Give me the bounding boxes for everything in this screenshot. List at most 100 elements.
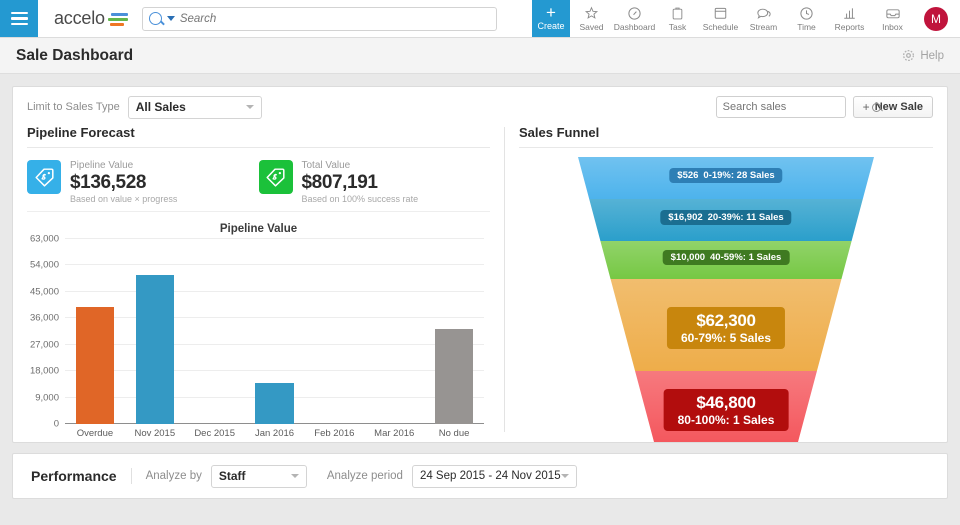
kpi-value: $807,191	[301, 172, 378, 193]
funnel-segment-detail: 60-79%: 5 Sales	[680, 331, 772, 345]
help-button[interactable]: Help	[902, 49, 944, 62]
nav-label: Stream	[749, 21, 778, 32]
create-button[interactable]: + Create	[532, 0, 570, 37]
x-axis-tick-label: Dec 2015	[194, 428, 235, 439]
inbox-icon	[885, 6, 901, 21]
bar-slot	[304, 239, 364, 424]
pipeline-value-bar-chart: 0 9,000 18,000 27,000 36,000 45,000 54,000 63,0…	[30, 234, 484, 430]
bar[interactable]	[75, 307, 115, 424]
funnel-segment-amount: $46,800	[696, 392, 756, 412]
x-axis-tick-label: Nov 2015	[134, 428, 176, 439]
gear-icon	[902, 49, 915, 62]
search-sales-input[interactable]	[716, 101, 871, 113]
bar-chart-x-axis: Overdue Nov 2015 Dec 2015 Jan 2016 Feb 2016 M…	[65, 428, 484, 439]
nav-label: Time	[797, 21, 816, 32]
kpi-pipeline-value: Pipeline Value $136,528 Based on value ×…	[27, 160, 259, 205]
bar[interactable]	[434, 329, 474, 424]
y-axis-tick-label: 0	[53, 418, 59, 430]
funnel-segment-amount: $16,902	[668, 212, 703, 223]
x-axis-tick-label: No due	[438, 428, 470, 439]
nav-label: Dashboard	[613, 21, 656, 32]
bar-slot	[424, 239, 484, 424]
chevron-down-icon	[290, 474, 299, 478]
y-axis-tick-label: 45,000	[29, 286, 59, 298]
x-axis-tick-label: Overdue	[76, 428, 114, 439]
user-menu[interactable]: M	[914, 0, 960, 37]
funnel-segment-label: $16,902 20-39%: 11 Sales	[660, 210, 792, 225]
y-axis-tick-label: 54,000	[29, 259, 59, 271]
kpi-total-value: Total Value $807,191 Based on 100% succe…	[258, 160, 491, 205]
performance-panel: Performance Analyze by Staff Analyze per…	[12, 453, 948, 499]
funnel-segment-detail: 20-39%: 11 Sales	[707, 212, 784, 223]
analyze-by-select[interactable]: Staff	[210, 464, 307, 488]
funnel-segment-label: $62,300 60-79%: 5 Sales	[666, 307, 786, 349]
chevron-down-icon	[245, 105, 254, 109]
avatar[interactable]: M	[924, 6, 948, 31]
bar-slot	[245, 239, 305, 424]
sales-type-label: Limit to Sales Type	[27, 101, 120, 113]
sales-funnel-chart: $526 0-19%: 28 Sales $16,902 20-39%: 11 Sal…	[519, 157, 933, 447]
nav-item-dashboard[interactable]: Dashboard	[613, 0, 656, 37]
nav-label: Task	[668, 21, 687, 32]
new-sale-button[interactable]: + New Sale	[852, 96, 933, 118]
funnel-segment-detail: 0-19%: 28 Sales	[703, 170, 775, 181]
y-axis-tick-label: 18,000	[29, 365, 59, 377]
bar[interactable]	[135, 274, 174, 424]
funnel-segment-amount: $62,300	[696, 311, 756, 330]
bar-slot	[125, 239, 185, 424]
gauge-icon	[627, 6, 642, 21]
price-tag-icon	[258, 160, 293, 194]
pipeline-section-title: Pipeline Forecast	[27, 125, 490, 148]
nav-item-inbox[interactable]: Inbox	[871, 0, 914, 37]
plus-icon: +	[862, 100, 870, 114]
top-navigation-bar: accelo + Create Saved Dashboard	[0, 0, 960, 38]
help-label: Help	[920, 49, 944, 62]
pipeline-forecast-section: Pipeline Forecast Pipeline Value $136,52	[27, 97, 490, 442]
sales-type-select[interactable]: All Sales	[127, 95, 262, 119]
global-search[interactable]	[141, 6, 497, 31]
sales-funnel-section: Sales Funnel $526 0-19%: 28 Sales $16,902 2…	[519, 97, 933, 442]
nav-item-time[interactable]: Time	[785, 0, 828, 37]
y-axis-tick-label: 36,000	[29, 312, 59, 324]
star-icon	[584, 6, 599, 21]
kpi-text-block: Total Value $807,191 Based on 100% succe…	[302, 160, 419, 205]
analyze-period-select[interactable]: 24 Sep 2015 - 24 Nov 2015	[411, 464, 577, 488]
filter-toolbar: Limit to Sales Type All Sales + New Sale	[27, 95, 933, 119]
page-header: Sale Dashboard Help	[0, 38, 960, 74]
funnel-segment-amount: $10,000	[670, 252, 706, 263]
search-icon	[871, 102, 881, 112]
nav-item-stream[interactable]: Stream	[742, 0, 785, 37]
nav-label: Schedule	[702, 21, 739, 32]
price-tag-icon	[27, 160, 61, 194]
page-title: Sale Dashboard	[16, 46, 134, 64]
nav-label: Inbox	[882, 21, 903, 32]
hamburger-menu-icon[interactable]	[0, 0, 38, 37]
create-button-label: Create	[537, 20, 565, 31]
nav-item-schedule[interactable]: Schedule	[699, 0, 742, 37]
nav-item-reports[interactable]: Reports	[828, 0, 871, 37]
funnel-segment-label: $526 0-19%: 28 Sales	[669, 168, 783, 183]
kpi-text-block: Pipeline Value $136,528 Based on value ×…	[70, 160, 177, 205]
y-axis-tick-label: 63,000	[29, 233, 59, 245]
nav-item-task[interactable]: Task	[656, 0, 699, 37]
kpi-caption: Pipeline Value	[70, 160, 134, 171]
chevron-down-icon[interactable]	[166, 16, 175, 21]
panel-tools: + New Sale	[715, 96, 933, 118]
clock-icon	[799, 6, 814, 21]
search-input[interactable]	[179, 12, 490, 25]
kpi-caption: Total Value	[301, 160, 351, 171]
bar-slot	[185, 239, 245, 424]
accelo-logo[interactable]: accelo	[38, 0, 142, 37]
nav-item-saved[interactable]: Saved	[570, 0, 613, 37]
clipboard-icon	[671, 6, 684, 21]
y-axis-tick-label: 27,000	[29, 339, 59, 351]
bar-chart-title: Pipeline Value	[219, 223, 298, 235]
kpi-row: Pipeline Value $136,528 Based on value ×…	[27, 148, 490, 212]
panel-divider	[504, 127, 505, 432]
bar-series	[65, 239, 484, 424]
search-sales-field[interactable]	[715, 96, 881, 118]
bar[interactable]	[255, 383, 294, 424]
chevron-down-icon	[560, 474, 569, 478]
funnel-segment-detail: 80-100%: 1 Sales	[677, 412, 775, 427]
x-axis-tick-label: Feb 2016	[314, 428, 355, 439]
